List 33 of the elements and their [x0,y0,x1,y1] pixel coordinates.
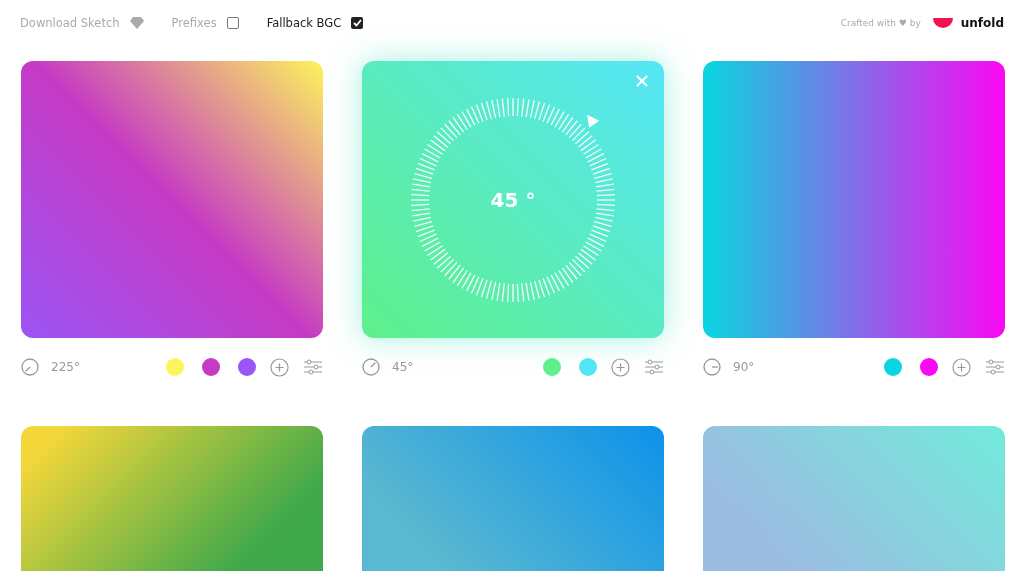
angle-icon [362,358,380,376]
brand-name[interactable]: unfold [960,16,1004,30]
gradient-card[interactable]: 45 ° [362,61,664,338]
close-button[interactable] [634,73,650,89]
fallback-bgc-checkbox[interactable] [351,17,364,29]
download-sketch-link[interactable]: Download Sketch [20,16,120,30]
color-stop[interactable] [884,358,902,376]
credit-text: Crafted with ♥ by [840,18,921,28]
prefixes-checkbox[interactable] [226,17,239,29]
angle-reading: 45 ° [490,187,536,212]
color-stop[interactable] [202,358,220,376]
add-icon[interactable] [611,357,630,377]
color-stop[interactable] [543,358,561,376]
angle-icon [21,358,39,376]
gradient-card[interactable] [703,61,1005,338]
color-stop[interactable] [579,358,597,376]
color-stop[interactable] [166,358,184,376]
sliders-icon[interactable] [303,359,323,375]
add-icon[interactable] [270,357,289,377]
add-icon[interactable] [952,357,971,377]
sliders-icon[interactable] [644,359,664,375]
sliders-icon[interactable] [985,359,1005,375]
color-stop[interactable] [238,358,256,376]
angle-value: 45° [392,360,414,374]
angle-value: 90° [733,360,755,374]
fallback-bgc-label: Fallback BGC [266,16,342,30]
angle-value: 225° [51,360,80,374]
angle-icon [703,358,721,376]
color-stop[interactable] [920,358,938,376]
gradient-card[interactable] [21,61,323,338]
prefixes-label: Prefixes [171,16,217,30]
diamond-icon[interactable] [129,17,144,29]
brand-logo-icon[interactable] [932,18,953,28]
